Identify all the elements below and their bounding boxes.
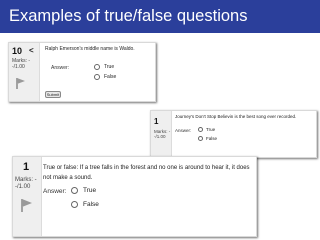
question-marks: Marks: --/1.00: [154, 129, 171, 140]
question-card-3: 1 Marks: --/1.00 True or false: If a tre…: [12, 156, 257, 237]
flag-icon[interactable]: [15, 77, 27, 89]
option-false-label: False: [83, 201, 99, 208]
answer-label: Answer:: [175, 128, 192, 133]
option-false[interactable]: False: [198, 136, 217, 141]
question-card-2: 1 Marks: --/1.00 Journey's Don't Stop Be…: [150, 110, 317, 158]
option-false-label: False: [206, 136, 218, 141]
radio-true[interactable]: [94, 64, 100, 70]
question-text: True or false: If a tree falls in the fo…: [43, 165, 250, 181]
submit-button[interactable]: Submit: [45, 91, 61, 98]
question-number: 10: [12, 46, 23, 56]
flag-icon[interactable]: [20, 198, 34, 212]
question-text: Journey's Don't Stop Believin is the bes…: [175, 114, 297, 119]
radio-true[interactable]: [198, 127, 203, 132]
question-card-1: 10 < Marks: --/1.00 Ralph Emerson's midd…: [8, 42, 156, 102]
radio-true[interactable]: [71, 187, 78, 194]
option-false[interactable]: False: [71, 201, 99, 208]
slide-title-bar: Examples of true/false questions: [0, 0, 320, 33]
option-false[interactable]: False: [94, 74, 116, 80]
cursor-icon: <: [29, 46, 34, 55]
option-true[interactable]: True: [198, 127, 215, 132]
radio-false[interactable]: [94, 74, 100, 80]
question-number: 1: [154, 117, 159, 126]
question-marks: Marks: --/1.00: [12, 58, 31, 70]
answer-label: Answer:: [51, 65, 70, 71]
question-number: 1: [23, 161, 30, 173]
question-text: Ralph Emerson's middle name is Waldo.: [45, 46, 135, 52]
option-true-label: True: [83, 187, 97, 194]
slide-title: Examples of true/false questions: [9, 7, 248, 25]
option-true-label: True: [104, 64, 115, 70]
option-true[interactable]: True: [71, 187, 96, 194]
answer-label: Answer:: [43, 188, 67, 195]
radio-false[interactable]: [198, 136, 203, 141]
question-marks: Marks: --/1.00: [15, 177, 37, 191]
option-false-label: False: [104, 74, 117, 80]
option-true-label: True: [206, 127, 216, 132]
radio-false[interactable]: [71, 201, 78, 208]
option-true[interactable]: True: [94, 64, 114, 70]
